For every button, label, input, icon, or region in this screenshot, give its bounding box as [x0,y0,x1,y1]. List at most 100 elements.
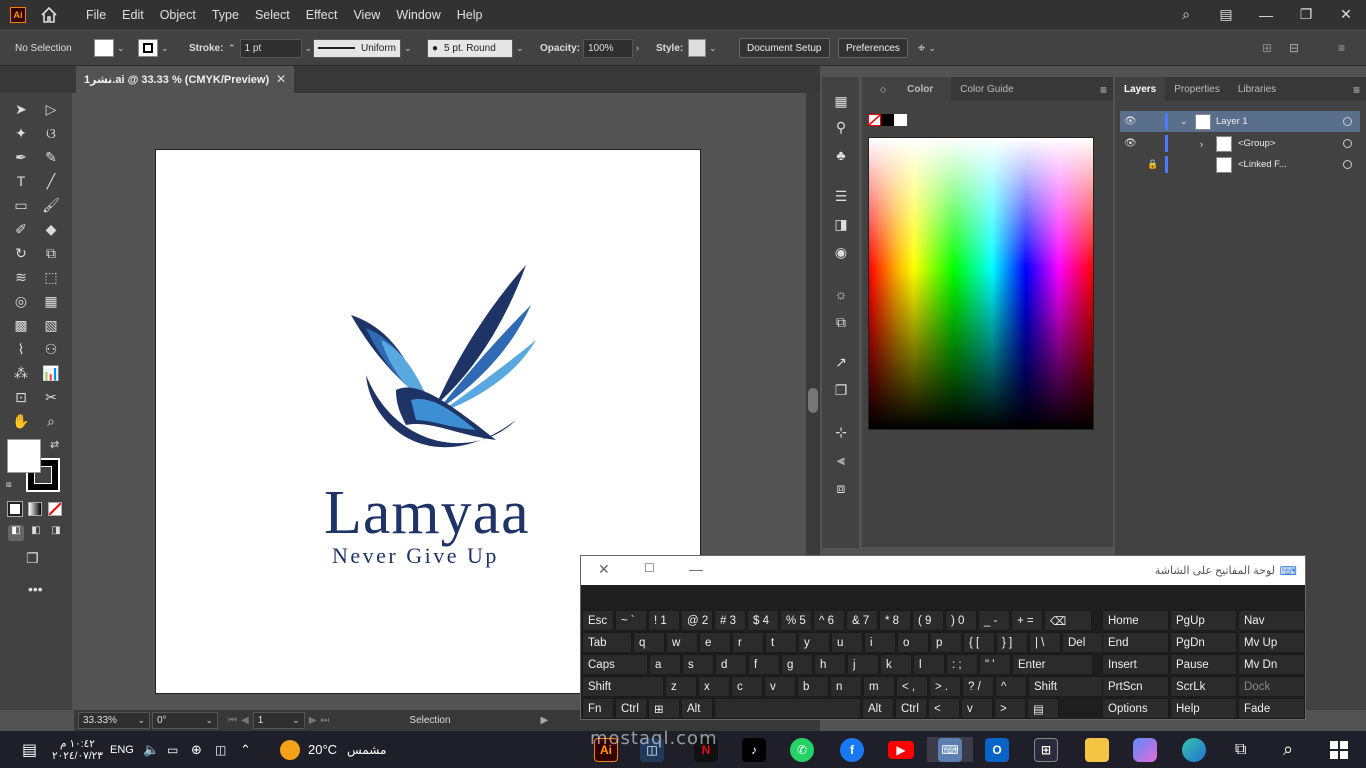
osk-key[interactable]: & 7 [846,610,878,631]
osk-key[interactable]: g [781,654,813,675]
osk-key[interactable] [714,698,861,719]
artboard-navigation-field[interactable]: 1 ⌄ [252,712,305,729]
taskbar-youtube[interactable]: ▶ [888,737,914,762]
eraser-tool-icon[interactable]: ◆ [40,218,62,240]
osk-key[interactable]: < , [896,676,928,697]
osk-key[interactable]: ^ 6 [813,610,845,631]
osk-key[interactable]: Alt [681,698,713,719]
opacity-value[interactable]: 100% [583,38,633,58]
pen-tool-icon[interactable]: ✒ [10,146,32,168]
more-tools-icon[interactable]: ••• [28,581,43,597]
menu-edit[interactable]: Edit [114,8,152,22]
osk-key[interactable]: r [732,632,764,653]
line-tool-icon[interactable]: ╱ [40,170,62,192]
mesh-tool-icon[interactable]: ▩ [10,314,32,336]
osk-key[interactable]: ▤ [1027,698,1059,719]
align-icon[interactable]: ⊞ [1262,38,1272,58]
menu-select[interactable]: Select [247,8,298,22]
pathfinder-panel-icon[interactable]: ⧈ [832,479,850,497]
taskbar-whatsapp[interactable]: ✆ [790,737,814,762]
osk-key[interactable]: | \ [1029,632,1061,653]
osk-key[interactable]: s [682,654,714,675]
osk-nav-key[interactable]: Dock [1238,676,1305,697]
osk-key[interactable]: p [930,632,962,653]
target-circle-icon[interactable] [1343,117,1352,126]
slice-tool-icon[interactable]: ✂ [40,386,62,408]
osk-key[interactable]: i [864,632,896,653]
osk-key[interactable]: n [830,676,862,697]
osk-key[interactable]: b [797,676,829,697]
osk-key[interactable]: Shift [1028,676,1109,697]
graphic-styles-icon[interactable]: ⧉ [832,313,850,331]
osk-key[interactable]: ~ ` [615,610,647,631]
osk-key[interactable]: : ; [946,654,978,675]
workspace-icon[interactable]: ▤ [1206,6,1246,23]
close-tab-icon[interactable]: ✕ [276,72,286,86]
scale-tool-icon[interactable]: ⧉ [40,242,62,264]
rotate-tool-icon[interactable]: ↻ [10,242,32,264]
stroke-swatch[interactable]: ⌄ [138,38,169,58]
target-circle-icon[interactable] [1343,139,1352,148]
preferences-button[interactable]: Preferences [838,38,908,58]
osk-nav-key[interactable]: Insert [1102,654,1169,675]
draw-normal-icon[interactable]: ◧ [8,525,24,541]
home-icon[interactable] [40,6,58,24]
align-panel-icon[interactable]: ⫷ [832,451,850,469]
osk-key[interactable]: ? / [962,676,994,697]
search-icon[interactable]: ⌕ [1166,6,1206,23]
notifications-icon[interactable]: ▤ [22,737,37,762]
rectangle-tool-icon[interactable]: ▭ [10,194,32,216]
curvature-tool-icon[interactable]: ✎ [40,146,62,168]
osk-key[interactable]: % 5 [780,610,812,631]
start-button[interactable] [1330,737,1348,762]
stroke-weight-field[interactable]: ⌃ 1 pt ⌄ [228,38,312,58]
brush-definition[interactable]: ● 5 pt. Round ⌄ [427,38,524,58]
osk-key[interactable]: @ 2 [681,610,713,631]
osk-key[interactable]: c [731,676,763,697]
none-mode-icon[interactable] [48,502,62,516]
osk-key[interactable]: y [798,632,830,653]
magic-wand-tool-icon[interactable]: ✦ [10,122,32,144]
osk-key[interactable]: ^ [995,676,1027,697]
osk-key[interactable]: $ 4 [747,610,779,631]
osk-key[interactable]: ! 1 [648,610,680,631]
osk-nav-key[interactable]: Fade [1238,698,1305,719]
status-menu-icon[interactable]: ▶ [541,715,549,726]
menu-object[interactable]: Object [152,8,204,22]
paintbrush-tool-icon[interactable]: 🖌 [40,194,62,216]
osk-nav-key[interactable]: Pause [1170,654,1237,675]
osk-key[interactable]: q [633,632,665,653]
menu-file[interactable]: File [78,8,114,22]
osk-nav-key[interactable]: Help [1170,698,1237,719]
opacity-field[interactable]: 100% › [583,38,639,58]
transform-panel-icon[interactable]: ⊹ [832,423,850,441]
osk-key[interactable]: Shift [582,676,664,697]
draw-behind-icon[interactable]: ◧ [28,525,44,541]
gradient-tool-icon[interactable]: ▧ [40,314,62,336]
osk-key[interactable]: f [748,654,780,675]
fill-swatch[interactable]: ⌄ [94,38,125,58]
taskbar-edge[interactable] [1182,737,1206,762]
tab-properties[interactable]: Properties [1165,77,1229,101]
free-transform-tool-icon[interactable]: ⬚ [40,266,62,288]
osk-nav-key[interactable]: PrtScn [1102,676,1169,697]
variable-width-profile[interactable]: Uniform ⌄ [313,38,412,58]
draw-inside-icon[interactable]: ◨ [48,525,64,541]
osk-key[interactable]: d [715,654,747,675]
direct-selection-tool-icon[interactable]: ▷ [40,98,62,120]
screen-mode-icon[interactable]: ❐ [26,550,39,567]
document-tab[interactable]: نشر1.ai @ 33.33 % (CMYK/Preview) ✕ [76,66,294,93]
shape-builder-tool-icon[interactable]: ◎ [10,290,32,312]
network-icon[interactable]: ⊕ [191,737,202,762]
color-mode-icon[interactable] [7,501,23,517]
blend-tool-icon[interactable]: ⚇ [40,338,62,360]
osk-key[interactable]: h [814,654,846,675]
arrange-icon[interactable]: ⊟ [1289,38,1299,58]
hand-tool-icon[interactable]: ✋ [10,410,32,432]
osk-key[interactable]: < [928,698,960,719]
taskbar-store[interactable]: ⊞ [1034,737,1058,762]
osk-key[interactable]: e [699,632,731,653]
osk-key[interactable]: " ' [979,654,1011,675]
osk-key[interactable]: Fn [582,698,614,719]
white-swatch[interactable] [894,114,907,126]
